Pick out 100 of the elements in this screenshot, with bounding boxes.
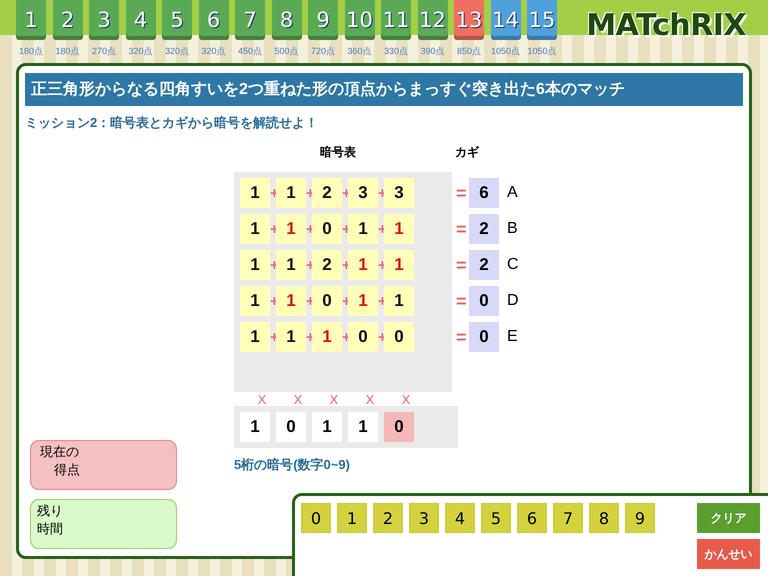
level-points: 180点 [55,45,80,58]
number-cell: 0 [348,322,378,352]
level-points: 330点 [384,45,408,58]
wrong-mark: X [292,392,304,406]
number-cell: 1 [348,250,378,280]
number-cell: 0 [312,286,342,316]
level-points: 320点 [201,45,226,58]
number-cell: 1 [384,214,414,244]
number-cell: 1 [384,250,414,280]
wrong-mark: X [256,392,268,406]
level-tile[interactable]: 6 [198,0,228,40]
row-letter: B [507,220,518,238]
level-tile[interactable]: 7 [235,0,265,40]
key-cell: 6 [469,178,499,208]
number-cell: 1 [276,178,306,208]
row-letter: E [507,328,518,346]
number-cell: 3 [348,178,378,208]
level-tile[interactable]: 13 [454,0,484,40]
number-cell: 2 [312,178,342,208]
number-cell: 1 [276,250,306,280]
answer-hint: 5桁の暗号(数字0~9) [234,456,351,474]
row-letter: C [507,256,519,274]
stat-label: 時間 [37,520,63,538]
question-title: 正三角形からなる四角すいを2つ重ねた形の頂点からまっすぐ突き出た6本のマッチ [25,73,743,106]
key-cell: 2 [469,250,499,280]
answer-digit[interactable]: 1 [312,412,342,442]
wrong-mark: X [400,392,412,406]
key-cell: 0 [469,322,499,352]
digit-key[interactable]: 9 [625,503,655,533]
level-tile[interactable]: 14 [490,0,520,40]
level-tile[interactable]: 1 [16,0,46,40]
level-points: 320点 [128,45,153,58]
number-cell: 1 [312,322,342,352]
level-points: 1050点 [527,45,557,58]
number-cell: 1 [276,286,306,316]
number-cell: 1 [240,250,270,280]
level-tile[interactable]: 4 [126,0,156,40]
level-points: 270点 [92,45,116,58]
number-cell: 1 [276,214,306,244]
digit-key[interactable]: 8 [589,503,619,533]
table-header: 暗号表 [320,144,356,161]
digit-key[interactable]: 6 [517,503,547,533]
number-cell: 1 [240,178,270,208]
key-cell: 0 [469,286,499,316]
level-tile[interactable]: 9 [308,0,338,40]
stat-label: 現在の [39,443,79,461]
equals-sign: = [456,218,466,240]
digit-key[interactable]: 5 [481,503,511,533]
number-cell: 1 [348,286,378,316]
row-letter: A [507,184,518,202]
wrong-mark: X [328,392,340,406]
level-tile[interactable]: 2 [52,0,82,40]
level-tile[interactable]: 3 [89,0,119,40]
digit-key[interactable]: 4 [445,503,475,533]
level-points: 320点 [164,45,190,58]
row-letter: D [507,292,519,310]
clear-button[interactable]: クリア [697,503,760,533]
wrong-mark: X [364,392,376,406]
number-cell: 1 [276,322,306,352]
level-points: 720点 [310,45,336,58]
level-tile[interactable]: 5 [162,0,192,40]
equals-sign: = [456,254,466,276]
level-points: 360点 [347,45,372,58]
answer-digit[interactable]: 1 [240,412,270,442]
number-cell: 0 [384,322,414,352]
number-cell: 0 [312,214,342,244]
answer-digit[interactable]: 1 [348,412,378,442]
digit-key[interactable]: 7 [553,503,583,533]
level-tile[interactable]: 11 [381,0,411,40]
number-cell: 1 [384,286,414,316]
level-tile[interactable]: 10 [344,0,374,40]
answer-digit[interactable]: 0 [276,412,306,442]
answer-digit[interactable]: 0 [384,412,414,442]
level-points: 1050点 [490,45,520,58]
equals-sign: = [456,182,466,204]
level-tile[interactable]: 15 [527,0,557,40]
level-points: 390点 [420,45,445,58]
level-tile[interactable]: 12 [418,0,448,40]
level-tile[interactable]: 8 [272,0,302,40]
submit-button[interactable]: かんせい [697,539,760,569]
digit-key[interactable]: 3 [409,503,439,533]
stat-label: 残り [37,502,63,520]
level-points: 450点 [238,45,262,58]
digit-key[interactable]: 0 [301,503,331,533]
key-header: カギ [455,144,479,161]
level-points: 850点 [456,45,482,58]
key-cell: 2 [469,214,499,244]
stat-label: 得点 [53,461,80,479]
digit-key[interactable]: 2 [373,503,403,533]
number-cell: 3 [384,178,414,208]
number-cell: 2 [312,250,342,280]
number-cell: 1 [240,322,270,352]
level-points: 500点 [274,45,299,58]
logo: MATchRIX [586,8,746,43]
digit-key[interactable]: 1 [337,503,367,533]
equals-sign: = [456,326,466,348]
number-cell: 1 [348,214,378,244]
equals-sign: = [456,290,466,312]
mission-text: ミッション2：暗号表とカギから暗号を解読せよ！ [25,114,320,132]
level-points: 180点 [18,45,44,58]
